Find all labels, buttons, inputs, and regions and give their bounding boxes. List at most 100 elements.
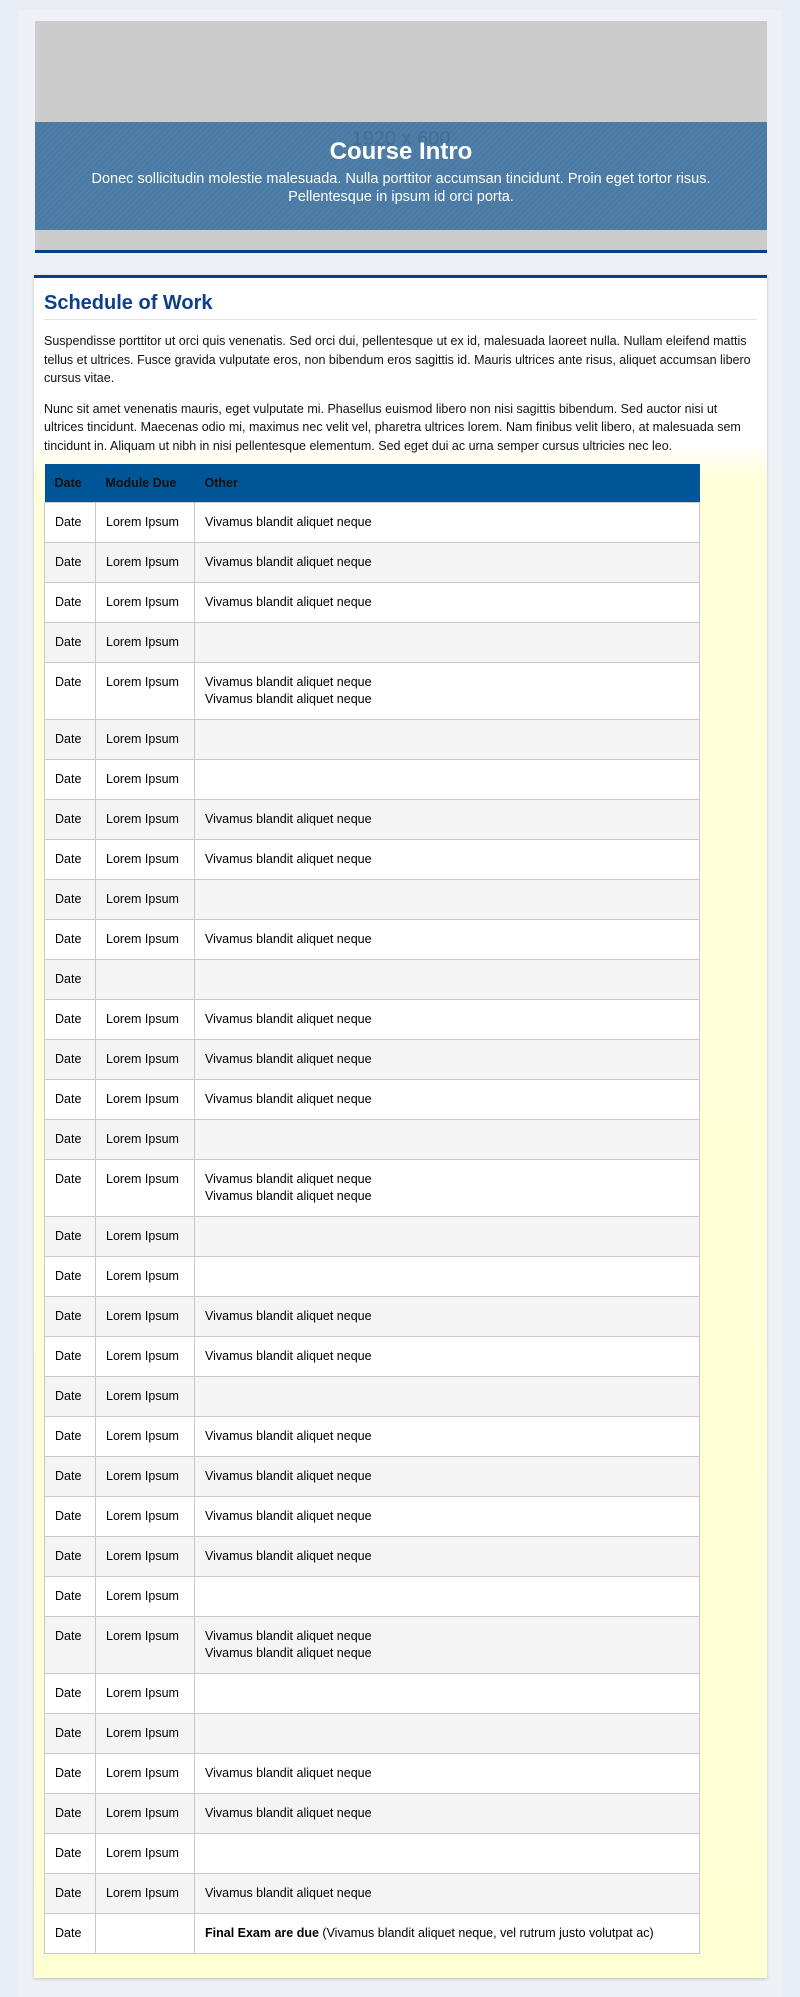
table-row: Date Lorem Ipsum Vivamus blandit aliquet n… bbox=[44, 799, 700, 840]
module-cell: Lorem Ipsum bbox=[95, 1873, 195, 1914]
other-cell bbox=[194, 1256, 700, 1297]
other-cell: Vivamus blandit aliquet neque bbox=[194, 999, 700, 1040]
other-cell bbox=[194, 959, 700, 1000]
module-cell: Lorem Ipsum bbox=[95, 1079, 195, 1120]
date-cell: Date bbox=[44, 799, 96, 840]
date-cell: Date bbox=[44, 1833, 96, 1874]
module-cell: Lorem Ipsum bbox=[95, 622, 195, 663]
other-line: Vivamus blandit aliquet neque bbox=[205, 1629, 372, 1643]
date-cell: Date bbox=[44, 1713, 96, 1754]
module-cell: Lorem Ipsum bbox=[95, 1713, 195, 1754]
intro-paragraph: Suspendisse porttitor ut orci quis venen… bbox=[44, 334, 751, 385]
other-line: Vivamus blandit aliquet neque bbox=[205, 1052, 372, 1066]
module-cell: Lorem Ipsum bbox=[95, 1376, 195, 1417]
other-cell: Vivamus blandit aliquet neque bbox=[194, 1873, 700, 1914]
table-row: Date Lorem Ipsum Vivamus blandit aliquet n… bbox=[44, 1753, 700, 1794]
intro-paragraph: Nunc sit amet venenatis mauris, eget vul… bbox=[44, 401, 741, 453]
other-line: Vivamus blandit aliquet neque bbox=[205, 515, 372, 529]
other-line: Vivamus blandit aliquet neque bbox=[205, 1429, 372, 1443]
other-line: Vivamus blandit aliquet neque bbox=[205, 1806, 372, 1820]
other-cell: Vivamus blandit aliquet neque bbox=[194, 1753, 700, 1794]
other-cell bbox=[194, 1376, 700, 1417]
other-cell: Vivamus blandit aliquet neque bbox=[194, 1039, 700, 1080]
date-cell: Date bbox=[44, 879, 96, 920]
table-row: Date Lorem Ipsum Vivamus blandit aliquet n… bbox=[44, 542, 700, 583]
final-exam-note: (Vivamus blandit aliquet neque, vel rutr… bbox=[318, 1926, 654, 1940]
module-cell bbox=[95, 1913, 195, 1954]
date-cell: Date bbox=[44, 582, 96, 623]
other-cell: Vivamus blandit aliquet neque bbox=[194, 1496, 700, 1537]
table-row: Date bbox=[44, 959, 700, 1000]
table-row: Date Lorem Ipsum bbox=[44, 879, 700, 920]
other-cell: Vivamus blandit aliquet neque bbox=[194, 919, 700, 960]
module-cell bbox=[95, 959, 195, 1000]
other-cell bbox=[194, 759, 700, 800]
module-cell: Lorem Ipsum bbox=[95, 582, 195, 623]
other-line: Vivamus blandit aliquet neque bbox=[205, 1549, 372, 1563]
date-cell: Date bbox=[44, 542, 96, 583]
other-cell: Vivamus blandit aliquet neque bbox=[194, 1336, 700, 1377]
module-cell: Lorem Ipsum bbox=[95, 1456, 195, 1497]
other-cell bbox=[194, 1673, 700, 1714]
module-cell: Lorem Ipsum bbox=[95, 1536, 195, 1577]
other-line: Vivamus blandit aliquet neque bbox=[205, 1469, 372, 1483]
date-cell: Date bbox=[44, 1753, 96, 1794]
table-row: Date Lorem Ipsum Vivamus blandit aliquet n… bbox=[44, 839, 700, 880]
other-cell: Vivamus blandit aliquet neque bbox=[194, 1296, 700, 1337]
table-row: Date Lorem Ipsum Vivamus blandit aliquet n… bbox=[44, 1873, 700, 1914]
module-cell: Lorem Ipsum bbox=[95, 799, 195, 840]
module-cell: Lorem Ipsum bbox=[95, 1159, 195, 1217]
other-line: Vivamus blandit aliquet neque bbox=[205, 932, 372, 946]
date-cell: Date bbox=[44, 1119, 96, 1160]
module-cell: Lorem Ipsum bbox=[95, 759, 195, 800]
date-cell: Date bbox=[44, 1216, 96, 1257]
other-cell: Vivamus blandit aliquet neque bbox=[194, 1536, 700, 1577]
other-line: Vivamus blandit aliquet neque bbox=[205, 692, 372, 706]
other-line: Vivamus blandit aliquet neque bbox=[205, 1646, 372, 1660]
table-row: Date Lorem Ipsum Vivamus blandit aliquet n… bbox=[44, 1159, 700, 1217]
other-line: Vivamus blandit aliquet neque bbox=[205, 1766, 372, 1780]
table-row: Date Lorem Ipsum bbox=[44, 1713, 700, 1754]
other-cell: Vivamus blandit aliquet neque bbox=[194, 839, 700, 880]
module-cell: Lorem Ipsum bbox=[95, 1616, 195, 1674]
table-row: Date Lorem Ipsum bbox=[44, 1119, 700, 1160]
final-exam-row: Date Final Exam are due (Vivamus blandit … bbox=[44, 1913, 700, 1954]
date-cell: Date bbox=[44, 502, 96, 543]
module-cell: Lorem Ipsum bbox=[95, 1039, 195, 1080]
table-row: Date Lorem Ipsum Vivamus blandit aliquet n… bbox=[44, 502, 700, 543]
banner-subtitle: Donec sollicitudin molestie malesuada. N… bbox=[91, 171, 711, 205]
other-line: Vivamus blandit aliquet neque bbox=[205, 1349, 372, 1363]
other-cell: Final Exam are due (Vivamus blandit aliq… bbox=[194, 1913, 700, 1954]
table-row: Date Lorem Ipsum Vivamus blandit aliquet n… bbox=[44, 582, 700, 623]
date-cell: Date bbox=[44, 1793, 96, 1834]
other-cell: Vivamus blandit aliquet neque Vivamus bla… bbox=[194, 1159, 700, 1217]
module-cell: Lorem Ipsum bbox=[95, 1256, 195, 1297]
other-cell: Vivamus blandit aliquet neque bbox=[194, 1416, 700, 1457]
table-row: Date Lorem Ipsum bbox=[44, 1216, 700, 1257]
other-cell: Vivamus blandit aliquet neque bbox=[194, 502, 700, 543]
hero-banner: 1920 x 600 Course Intro Donec sollicitud… bbox=[35, 21, 767, 253]
table-row: Date Lorem Ipsum bbox=[44, 1376, 700, 1417]
table-row: Date Lorem Ipsum Vivamus blandit aliquet n… bbox=[44, 1336, 700, 1377]
date-cell: Date bbox=[44, 1673, 96, 1714]
date-cell: Date bbox=[44, 1496, 96, 1537]
schedule-card: Schedule of Work Suspendisse porttitor u… bbox=[34, 275, 767, 1978]
module-cell: Lorem Ipsum bbox=[95, 1753, 195, 1794]
final-exam-label: Final Exam are due bbox=[205, 1926, 319, 1940]
banner-overlay: 1920 x 600 Course Intro Donec sollicitud… bbox=[35, 122, 767, 230]
column-header-other: Other bbox=[194, 464, 700, 503]
other-line: Vivamus blandit aliquet neque bbox=[205, 812, 372, 826]
table-header-row: Date Module Due Other bbox=[44, 464, 700, 503]
other-line: Vivamus blandit aliquet neque bbox=[205, 852, 372, 866]
other-cell bbox=[194, 879, 700, 920]
table-row: Date Lorem Ipsum Vivamus blandit aliquet n… bbox=[44, 1296, 700, 1337]
other-cell: Vivamus blandit aliquet neque bbox=[194, 1456, 700, 1497]
column-header-date: Date bbox=[44, 464, 96, 503]
date-cell: Date bbox=[44, 1296, 96, 1337]
module-cell: Lorem Ipsum bbox=[95, 839, 195, 880]
other-line: Vivamus blandit aliquet neque bbox=[205, 1189, 372, 1203]
other-cell: Vivamus blandit aliquet neque bbox=[194, 799, 700, 840]
module-cell: Lorem Ipsum bbox=[95, 719, 195, 760]
other-line: Vivamus blandit aliquet neque bbox=[205, 1509, 372, 1523]
other-cell: Vivamus blandit aliquet neque Vivamus bla… bbox=[194, 662, 700, 720]
